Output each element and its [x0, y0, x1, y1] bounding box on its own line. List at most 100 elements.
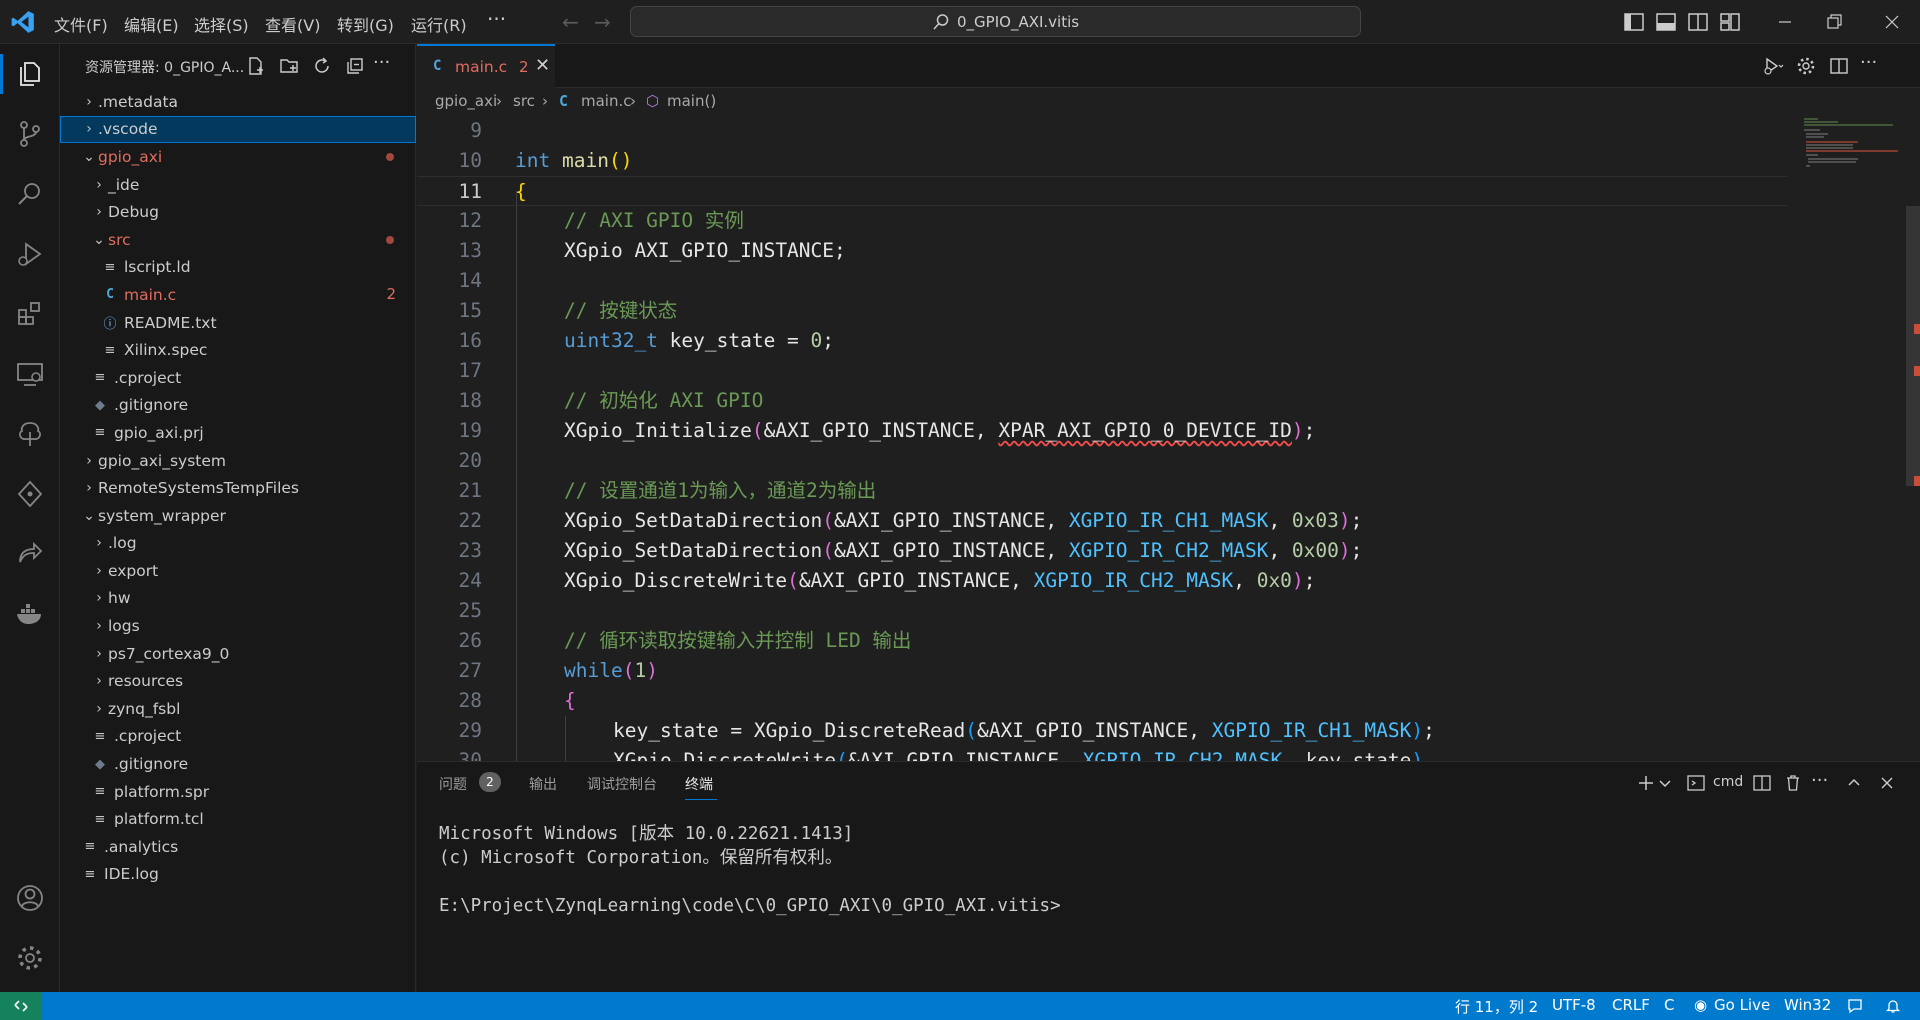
menu-view[interactable]: 查看(V) — [265, 12, 320, 36]
tree-item-xilinx-spec[interactable]: ≡ Xilinx.spec — [60, 336, 416, 364]
account-icon[interactable] — [14, 882, 46, 914]
tree-item-hw[interactable]: › hw — [60, 585, 416, 613]
editor-more-icon[interactable]: ··· — [1860, 52, 1882, 74]
tab-main-c[interactable]: C main.c 2 ✕ — [417, 44, 555, 88]
code-line: 12 // AXI GPIO 实例 — [417, 206, 1787, 236]
tree-item-ps7-cortexa9[interactable]: › ps7_cortexa9_0 — [60, 640, 416, 668]
menu-file[interactable]: 文件(F) — [54, 12, 108, 36]
code-token: key_state — [1293, 749, 1412, 761]
toggle-panel-icon[interactable] — [1654, 10, 1678, 34]
tree-item-src[interactable]: ⌄ src — [60, 226, 416, 254]
more-menu-button[interactable]: ··· — [487, 7, 506, 31]
settings-gear-icon[interactable] — [1795, 55, 1817, 77]
toggle-secondary-sidebar-icon[interactable] — [1686, 10, 1710, 34]
toggle-primary-sidebar-icon[interactable] — [1622, 10, 1646, 34]
menu-run[interactable]: 运行(R) — [411, 12, 467, 36]
tab-debug-console[interactable]: 调试控制台 — [587, 774, 657, 794]
tree-item-zynq-fsbl[interactable]: › zynq_fsbl — [60, 695, 416, 723]
menu-edit[interactable]: 编辑(E) — [124, 12, 179, 36]
panel-more-icon[interactable]: ··· — [1811, 770, 1833, 792]
new-file-icon[interactable] — [245, 55, 267, 77]
tree-item-metadata[interactable]: › .metadata — [60, 88, 416, 116]
editor-scrollbar[interactable] — [1906, 206, 1920, 486]
tree-item-log[interactable]: › .log — [60, 530, 416, 558]
language-mode[interactable]: C — [1664, 996, 1674, 1014]
collapse-all-icon[interactable] — [344, 55, 366, 77]
go-live-button[interactable]: Go Live — [1714, 996, 1770, 1014]
split-editor-icon[interactable] — [1828, 55, 1850, 77]
remote-indicator[interactable] — [0, 992, 42, 1020]
tree-item-cproject[interactable]: ≡ .cproject — [60, 364, 416, 392]
git-graph-icon[interactable] — [14, 478, 46, 510]
tree-item-lscript[interactable]: ≡ lscript.ld — [60, 254, 416, 282]
new-folder-icon[interactable] — [278, 55, 300, 77]
feedback-icon[interactable] — [1846, 997, 1864, 1015]
encoding[interactable]: UTF-8 — [1552, 996, 1596, 1014]
forward-arrow-icon[interactable]: → — [594, 10, 611, 34]
source-control-icon[interactable] — [14, 118, 46, 150]
refresh-icon[interactable] — [311, 55, 333, 77]
minimap[interactable] — [1798, 116, 1908, 176]
breadcrumb-src[interactable]: src — [513, 92, 535, 110]
close-panel-icon[interactable] — [1876, 772, 1898, 794]
tree-item-platform-tcl[interactable]: ≡ platform.tcl — [60, 805, 416, 833]
tree-item-vscode[interactable]: › .vscode — [60, 115, 416, 144]
tree-item-gitignore-2[interactable]: ◆ .gitignore — [60, 750, 416, 778]
live-share-icon[interactable] — [14, 538, 46, 570]
tree-item-gitignore[interactable]: ◆ .gitignore — [60, 392, 416, 420]
tree-item-debug[interactable]: › Debug — [60, 198, 416, 226]
close-window-icon[interactable] — [1880, 10, 1904, 34]
tree-item-gpio-axi-prj[interactable]: ≡ gpio_axi.prj — [60, 419, 416, 447]
tree-item-ide[interactable]: › _ide — [60, 171, 416, 199]
minimize-icon[interactable] — [1773, 10, 1797, 34]
tree-item-gpio-axi-system[interactable]: › gpio_axi_system — [60, 447, 416, 475]
breadcrumb-file[interactable]: main.c — [581, 92, 632, 110]
tree-item-logs[interactable]: › logs — [60, 612, 416, 640]
back-arrow-icon[interactable]: ← — [562, 10, 579, 34]
tree-item-readme[interactable]: ⓘ README.txt — [60, 309, 416, 337]
line-ending[interactable]: CRLF — [1612, 996, 1650, 1014]
run-debug-dropdown-icon[interactable] — [1762, 55, 1784, 77]
extensions-icon[interactable] — [14, 298, 46, 330]
restore-icon[interactable] — [1822, 10, 1846, 34]
run-debug-icon[interactable] — [14, 238, 46, 270]
tree-icon[interactable] — [14, 418, 46, 450]
bell-icon[interactable] — [1884, 997, 1902, 1015]
chevron-down-icon[interactable] — [1654, 772, 1676, 794]
code-editor[interactable]: 9 10 int main() 11{ 12// AXI GPIO 实例 13 XG… — [417, 116, 1920, 761]
tab-terminal[interactable]: 终端 — [685, 774, 713, 794]
tree-item-main-c[interactable]: Cmain.c 2 — [60, 281, 416, 309]
tree-item-analytics[interactable]: ≡ .analytics — [60, 833, 416, 861]
explorer-more-icon[interactable]: ··· — [373, 52, 395, 74]
tree-item-ide-log[interactable]: ≡ IDE.log — [60, 861, 416, 889]
menu-selection[interactable]: 选择(S) — [194, 12, 249, 36]
tree-item-platform-spr[interactable]: ≡ platform.spr — [60, 778, 416, 806]
menu-go[interactable]: 转到(G) — [337, 12, 394, 36]
search-view-icon[interactable] — [14, 178, 46, 210]
tree-item-remote-systems[interactable]: › RemoteSystemsTempFiles — [60, 474, 416, 502]
platform-indicator[interactable]: Win32 — [1784, 996, 1831, 1014]
remote-explorer-icon[interactable] — [14, 358, 46, 390]
tree-item-export[interactable]: › export — [60, 557, 416, 585]
chevron-right-icon: › — [86, 480, 92, 497]
breadcrumb-folder[interactable]: gpio_axi — [435, 92, 497, 110]
tree-item-system-wrapper[interactable]: ⌄ system_wrapper — [60, 502, 416, 530]
split-terminal-icon[interactable] — [1751, 772, 1773, 794]
close-icon[interactable]: ✕ — [535, 55, 550, 76]
tree-item-gpio-axi[interactable]: ⌄ gpio_axi — [60, 143, 416, 171]
trash-icon[interactable] — [1782, 772, 1804, 794]
tree-item-resources[interactable]: › resources — [60, 667, 416, 695]
explorer-icon[interactable] — [14, 58, 46, 90]
tab-output[interactable]: 输出 — [529, 774, 557, 794]
tree-item-cproject-2[interactable]: ≡ .cproject — [60, 723, 416, 751]
terminal-shell-label[interactable]: cmd — [1713, 774, 1743, 790]
terminal-output[interactable]: Microsoft Windows [版本 10.0.22621.1413] (c… — [439, 822, 1061, 918]
maximize-panel-icon[interactable] — [1843, 772, 1865, 794]
command-center-search[interactable]: 0_GPIO_AXI.vitis — [630, 6, 1361, 37]
breadcrumb-symbol[interactable]: main() — [667, 92, 716, 110]
docker-icon[interactable] — [14, 598, 46, 630]
tab-problems[interactable]: 问题 — [439, 774, 467, 794]
customize-layout-icon[interactable] — [1718, 10, 1742, 34]
cursor-position[interactable]: 行 11，列 2 — [1455, 996, 1538, 1017]
settings-gear-icon[interactable] — [14, 942, 46, 974]
